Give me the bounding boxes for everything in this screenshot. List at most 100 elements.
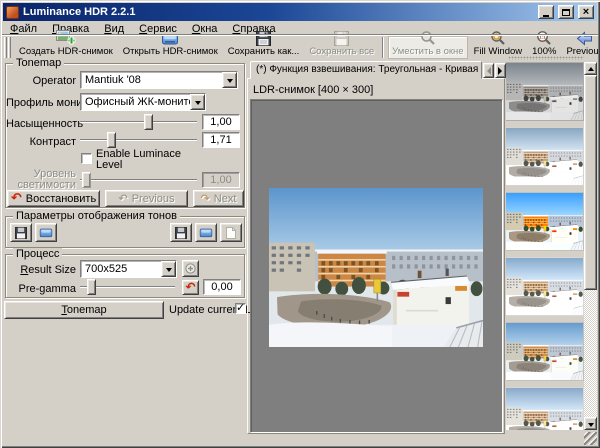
save-preset-button[interactable] <box>10 223 32 242</box>
image-viewport[interactable] <box>250 99 503 433</box>
pregamma-slider[interactable] <box>80 279 175 295</box>
chevron-down-icon[interactable] <box>161 261 176 277</box>
apply-file-button <box>220 223 242 242</box>
open-hdr-icon <box>161 31 179 46</box>
menu-windows[interactable]: Окна <box>192 23 218 35</box>
next-setting-label: Next <box>214 193 237 205</box>
dock-handle[interactable] <box>508 56 584 60</box>
slider-thumb[interactable] <box>144 114 153 130</box>
monitor-profile-value: Офисный ЖК-монитор <box>81 96 190 108</box>
tone-settings-group-title: Параметры отображения тонов <box>13 210 180 222</box>
new-hdr-icon <box>56 30 76 46</box>
pregamma-reset-button[interactable]: ↶ <box>182 280 199 295</box>
pregamma-label: Pre-gamma <box>6 283 76 295</box>
save-icon <box>175 227 187 239</box>
previous-setting-label: Previous <box>132 193 175 205</box>
save-as-icon <box>256 31 271 46</box>
chevron-left-icon <box>483 67 491 75</box>
open-icon <box>39 227 53 238</box>
undo-icon: ↶ <box>11 193 22 204</box>
toolbar-label: Уместить в окне <box>392 47 463 57</box>
operator-combo[interactable]: Mantiuk '08 <box>80 71 238 89</box>
new-hdr-button[interactable]: Создать HDR-снимок <box>15 36 117 59</box>
open-icon <box>199 227 213 238</box>
load-settings-button[interactable] <box>195 223 217 242</box>
pregamma-value[interactable]: 0,00 <box>203 279 241 295</box>
ldr-size-label: LDR-снимок [400 × 300] <box>253 84 373 96</box>
saturation-value[interactable]: 1,00 <box>202 114 240 130</box>
scrollbar-thumb[interactable] <box>584 75 597 290</box>
zoom-100-icon: 1:1 <box>536 30 552 46</box>
open-hdr-button[interactable]: Открыть HDR-снимок <box>119 36 222 59</box>
save-as-button[interactable]: Сохранить как... <box>224 36 304 59</box>
saturation-value-text: 1,00 <box>210 116 231 128</box>
resize-grip[interactable] <box>584 432 597 445</box>
scroll-up-button[interactable] <box>584 62 597 75</box>
save-icon <box>15 227 27 239</box>
thumbnail-4[interactable] <box>506 258 583 315</box>
ldr-image <box>269 188 483 347</box>
tonemap-button-label: Tonemap <box>61 304 106 316</box>
result-size-combo[interactable]: 700x525 <box>80 260 177 278</box>
contrast-slider[interactable] <box>80 132 197 148</box>
thumbnail-5[interactable] <box>506 323 583 380</box>
contrast-value-text: 1,71 <box>210 134 231 146</box>
monitor-profile-combo[interactable]: Офисный ЖК-монитор <box>80 93 206 111</box>
chevron-right-icon <box>498 67 506 75</box>
update-ldr-checkbox[interactable] <box>235 303 246 314</box>
thumbnail-1[interactable] <box>506 63 583 120</box>
tone-settings-group: Параметры отображения тонов <box>5 216 245 248</box>
pregamma-value-text: 0,00 <box>211 281 232 293</box>
slider-thumb[interactable] <box>87 279 96 295</box>
minimize-icon <box>543 15 549 17</box>
save-settings-button[interactable] <box>170 223 192 242</box>
restore-button[interactable]: ↶ Восстановить <box>7 190 100 207</box>
tonemap-button[interactable]: Tonemap <box>4 301 164 319</box>
thumbnail-2[interactable] <box>506 128 583 185</box>
tab-label: (*) Функция взвешивания: Треугольная - К… <box>256 64 482 75</box>
toolbar-label: Открыть HDR-снимок <box>123 47 218 57</box>
chevron-down-icon[interactable] <box>222 72 237 88</box>
menu-view[interactable]: Вид <box>104 23 124 35</box>
add-size-button[interactable] <box>182 260 199 277</box>
chevron-down-icon[interactable] <box>190 94 205 110</box>
window-title: Luminance HDR 2.2.1 <box>23 6 534 18</box>
fit-window-button[interactable]: Уместить в окне <box>388 36 467 59</box>
maximize-icon <box>562 9 570 16</box>
maximize-button[interactable] <box>558 5 574 19</box>
toolbar-grip[interactable] <box>4 37 11 58</box>
menu-file[interactable]: Файл <box>10 23 37 35</box>
fill-window-icon <box>490 30 506 46</box>
app-icon <box>6 6 19 19</box>
thumbnail-6[interactable] <box>506 388 583 430</box>
next-setting-button: ↷ Next <box>193 190 244 207</box>
close-button[interactable]: × <box>578 5 594 19</box>
save-all-icon <box>334 31 349 46</box>
result-size-value: 700x525 <box>81 263 161 275</box>
plus-circle-icon <box>185 263 196 274</box>
luminance-level-value: 1,00 <box>202 172 240 188</box>
triangle-down-icon <box>588 423 594 430</box>
update-ldr-label: Update current LDR <box>169 304 233 316</box>
minimize-button[interactable] <box>538 5 554 19</box>
contrast-value[interactable]: 1,71 <box>202 132 240 148</box>
scroll-down-button[interactable] <box>584 417 597 430</box>
svg-text:1:1: 1:1 <box>539 34 546 39</box>
titlebar[interactable]: Luminance HDR 2.2.1 × <box>3 3 597 21</box>
sidebar-scrollbar[interactable] <box>584 62 597 430</box>
enable-luminance-checkbox[interactable] <box>81 153 92 164</box>
tonemap-group-title: Tonemap <box>13 57 64 69</box>
previous-setting-button: ↶ Previous <box>105 190 188 207</box>
contrast-label: Контраст <box>6 136 76 148</box>
slider-thumb[interactable] <box>107 132 116 148</box>
monitor-profile-label: Профиль монитора <box>6 97 76 109</box>
tab-scroll-right-button[interactable] <box>495 63 506 78</box>
undo-icon: ↶ <box>185 282 195 293</box>
save-all-button: Сохранить все <box>305 36 378 59</box>
tab-scroll-left-button <box>483 63 494 78</box>
tab-weighting-function[interactable]: (*) Функция взвешивания: Треугольная - К… <box>250 61 482 79</box>
saturation-slider[interactable] <box>80 114 197 130</box>
process-group-title: Процесс <box>13 248 62 260</box>
load-preset-button[interactable] <box>35 223 57 242</box>
thumbnail-3[interactable] <box>506 193 583 250</box>
